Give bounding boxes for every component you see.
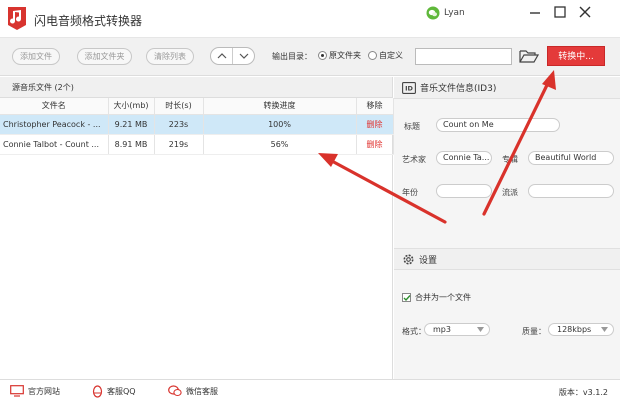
- radio-source-label: 原文件夹: [329, 51, 361, 60]
- file-size: 8.91 MB: [108, 134, 155, 155]
- settings-section-header: 设置: [394, 248, 620, 270]
- clear-list-button[interactable]: 清除列表: [146, 48, 194, 65]
- gear-icon: [403, 254, 414, 264]
- chevron-down-icon: [239, 53, 248, 59]
- radio-checked-icon: [318, 51, 327, 60]
- wechat-icon: [168, 385, 182, 397]
- settings-title: 设置: [419, 255, 438, 266]
- title-label: 标题: [404, 122, 420, 131]
- convert-button[interactable]: 转换中...: [547, 46, 605, 66]
- monitor-icon: [10, 385, 24, 397]
- file-name: Christopher Peacock - ...: [0, 114, 109, 135]
- title-bar: 闪电音频格式转换器 Lyan: [0, 0, 620, 38]
- info-panel: ID 音乐文件信息(ID3) 标题 Count on Me 艺术家 Connie…: [394, 77, 620, 379]
- move-down-button[interactable]: [233, 48, 254, 64]
- maximize-icon[interactable]: [552, 4, 568, 20]
- delete-link[interactable]: 删除: [356, 134, 394, 155]
- file-list-panel: 源音乐文件 (2个) 文件名 大小(mb) 时长(s) 转换进度 移除 Chri…: [0, 77, 394, 379]
- official-website-label: 官方网站: [28, 386, 60, 396]
- artist-field[interactable]: Connie Ta...: [436, 151, 492, 165]
- app-logo-icon: [8, 7, 26, 30]
- radio-custom-folder[interactable]: 自定义: [368, 50, 403, 61]
- radio-unchecked-icon: [368, 51, 377, 60]
- add-file-button[interactable]: 添加文件: [12, 48, 60, 65]
- qq-penguin-icon: [92, 385, 103, 398]
- wechat-avatar-icon: [426, 6, 440, 20]
- genre-label: 流派: [502, 188, 518, 197]
- table-row[interactable]: Connie Talbot - Count ... 8.91 MB 219s 5…: [0, 134, 394, 155]
- output-path-input[interactable]: [415, 48, 512, 65]
- format-value: mp3: [433, 325, 451, 334]
- file-progress: 100%: [203, 114, 357, 135]
- output-dir-label: 输出目录：: [272, 52, 312, 61]
- file-duration: 219s: [154, 134, 204, 155]
- minimize-icon[interactable]: [527, 4, 543, 20]
- folder-open-icon[interactable]: [519, 48, 539, 64]
- file-duration: 223s: [154, 114, 204, 135]
- radio-custom-label: 自定义: [379, 51, 403, 60]
- id3-title: 音乐文件信息(ID3): [420, 84, 497, 94]
- version-label: 版本：v3.1.2: [558, 388, 608, 397]
- support-qq-link[interactable]: 客服QQ: [92, 385, 136, 398]
- chevron-down-icon: [601, 327, 608, 332]
- id-card-icon: ID: [402, 81, 416, 94]
- year-field[interactable]: [436, 184, 492, 198]
- support-qq-label: 客服QQ: [107, 387, 136, 396]
- album-label: 专辑: [502, 155, 518, 164]
- file-table: 文件名 大小(mb) 时长(s) 转换进度 移除 Christopher Pea…: [0, 98, 394, 155]
- chevron-up-icon: [217, 53, 226, 59]
- official-website-link[interactable]: 官方网站: [10, 385, 60, 397]
- support-wechat-label: 微信客服: [186, 386, 218, 396]
- file-name: Connie Talbot - Count ...: [0, 134, 109, 155]
- file-list-title: 源音乐文件 (2个): [0, 77, 392, 98]
- app-title: 闪电音频格式转换器: [34, 14, 143, 28]
- merge-checkbox[interactable]: 合并为一个文件: [402, 292, 471, 303]
- merge-label: 合并为一个文件: [415, 293, 471, 302]
- format-select[interactable]: mp3: [424, 323, 490, 336]
- table-row[interactable]: Christopher Peacock - ... 9.21 MB 223s 1…: [0, 114, 394, 135]
- album-field[interactable]: Beautiful World: [528, 151, 614, 165]
- id3-section-header: ID 音乐文件信息(ID3): [394, 77, 620, 99]
- table-header: 文件名 大小(mb) 时长(s) 转换进度 移除: [0, 98, 394, 115]
- add-folder-button[interactable]: 添加文件夹: [77, 48, 132, 65]
- file-progress: 56%: [203, 134, 357, 155]
- move-up-down-control: [210, 47, 255, 65]
- column-header-progress: 转换进度: [203, 98, 357, 115]
- year-label: 年份: [402, 188, 418, 197]
- column-header-size: 大小(mb): [108, 98, 155, 115]
- user-account[interactable]: Lyan: [426, 6, 465, 20]
- checkbox-checked-icon: [402, 293, 411, 302]
- close-icon[interactable]: [577, 4, 593, 20]
- artist-label: 艺术家: [402, 155, 426, 164]
- status-bar: 官方网站 客服QQ 微信客服 版本：v3.1.2: [0, 379, 620, 403]
- quality-value: 128kbps: [557, 325, 592, 334]
- delete-link[interactable]: 删除: [356, 114, 394, 135]
- column-header-duration: 时长(s): [154, 98, 204, 115]
- title-field[interactable]: Count on Me: [436, 118, 560, 132]
- radio-source-folder[interactable]: 原文件夹: [318, 50, 361, 61]
- chevron-down-icon: [477, 327, 484, 332]
- user-name: Lyan: [444, 8, 465, 18]
- support-wechat-link[interactable]: 微信客服: [168, 385, 218, 397]
- move-up-button[interactable]: [211, 48, 233, 64]
- toolbar: 添加文件 添加文件夹 清除列表 输出目录： 原文件夹 自定义 转换中...: [0, 38, 620, 76]
- quality-label: 质量：: [522, 327, 546, 336]
- genre-field[interactable]: [528, 184, 614, 198]
- column-header-name: 文件名: [0, 98, 109, 115]
- file-size: 9.21 MB: [108, 114, 155, 135]
- quality-select[interactable]: 128kbps: [548, 323, 614, 336]
- format-label: 格式：: [402, 327, 426, 336]
- svg-text:ID: ID: [405, 84, 413, 92]
- column-header-remove: 移除: [356, 98, 394, 115]
